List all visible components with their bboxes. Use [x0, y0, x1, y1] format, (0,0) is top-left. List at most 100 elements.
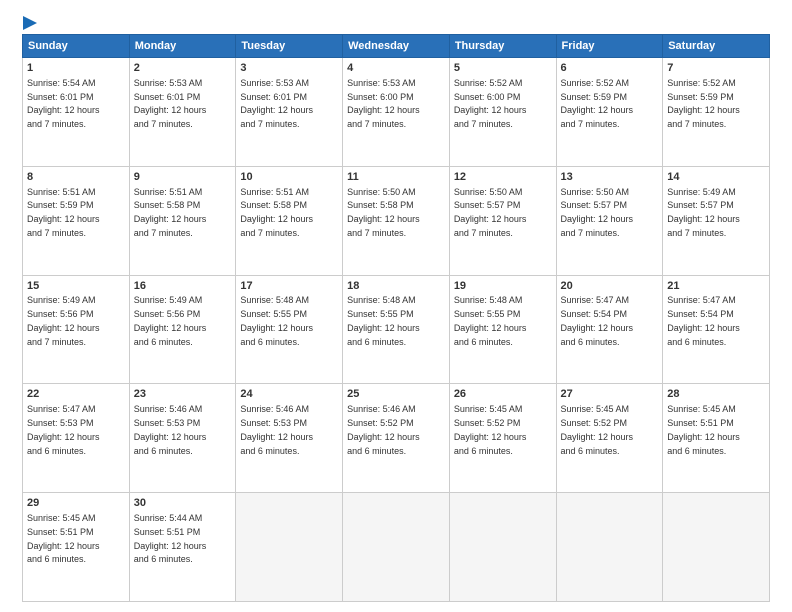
day-number: 30	[134, 496, 232, 511]
day-info: Sunrise: 5:47 AMSunset: 5:53 PMDaylight:…	[27, 404, 100, 455]
calendar-table: SundayMondayTuesdayWednesdayThursdayFrid…	[22, 34, 770, 602]
calendar-cell	[236, 493, 343, 602]
calendar-cell: 26 Sunrise: 5:45 AMSunset: 5:52 PMDayligh…	[449, 384, 556, 493]
day-number: 7	[667, 61, 765, 76]
calendar-cell: 3 Sunrise: 5:53 AMSunset: 6:01 PMDaylight…	[236, 58, 343, 167]
calendar-cell: 23 Sunrise: 5:46 AMSunset: 5:53 PMDayligh…	[129, 384, 236, 493]
calendar-cell: 16Sunrise: 5:49 AMSunset: 5:56 PMDayligh…	[129, 275, 236, 384]
calendar-week-3: 15Sunrise: 5:49 AMSunset: 5:56 PMDayligh…	[23, 275, 770, 384]
calendar-cell: 22 Sunrise: 5:47 AMSunset: 5:53 PMDayligh…	[23, 384, 130, 493]
day-number: 10	[240, 170, 338, 185]
logo	[22, 18, 41, 26]
calendar-week-2: 8Sunrise: 5:51 AMSunset: 5:59 PMDaylight…	[23, 166, 770, 275]
calendar-cell: 20Sunrise: 5:47 AMSunset: 5:54 PMDayligh…	[556, 275, 663, 384]
day-number: 13	[561, 170, 659, 185]
calendar-cell: 7 Sunrise: 5:52 AMSunset: 5:59 PMDaylight…	[663, 58, 770, 167]
calendar-cell: 6Sunrise: 5:52 AMSunset: 5:59 PMDaylight…	[556, 58, 663, 167]
day-number: 21	[667, 279, 765, 294]
day-number: 18	[347, 279, 445, 294]
calendar-cell: 14 Sunrise: 5:49 AMSunset: 5:57 PMDayligh…	[663, 166, 770, 275]
day-info: Sunrise: 5:46 AMSunset: 5:53 PMDaylight:…	[134, 404, 207, 455]
col-header-monday: Monday	[129, 35, 236, 58]
calendar-cell: 10 Sunrise: 5:51 AMSunset: 5:58 PMDayligh…	[236, 166, 343, 275]
calendar-cell: 18Sunrise: 5:48 AMSunset: 5:55 PMDayligh…	[343, 275, 450, 384]
day-info: Sunrise: 5:48 AMSunset: 5:55 PMDaylight:…	[240, 295, 313, 346]
day-number: 3	[240, 61, 338, 76]
day-info: Sunrise: 5:48 AMSunset: 5:55 PMDaylight:…	[454, 295, 527, 346]
calendar-cell: 19Sunrise: 5:48 AMSunset: 5:55 PMDayligh…	[449, 275, 556, 384]
calendar-cell: 12 Sunrise: 5:50 AMSunset: 5:57 PMDayligh…	[449, 166, 556, 275]
day-number: 1	[27, 61, 125, 76]
day-number: 12	[454, 170, 552, 185]
page: SundayMondayTuesdayWednesdayThursdayFrid…	[0, 0, 792, 612]
day-number: 2	[134, 61, 232, 76]
day-number: 20	[561, 279, 659, 294]
day-number: 22	[27, 387, 125, 402]
day-number: 26	[454, 387, 552, 402]
calendar-cell: 15Sunrise: 5:49 AMSunset: 5:56 PMDayligh…	[23, 275, 130, 384]
day-number: 29	[27, 496, 125, 511]
day-number: 28	[667, 387, 765, 402]
day-info: Sunrise: 5:53 AMSunset: 6:01 PMDaylight:…	[240, 78, 313, 129]
header	[22, 18, 770, 26]
day-info: Sunrise: 5:47 AMSunset: 5:54 PMDaylight:…	[667, 295, 740, 346]
day-info: Sunrise: 5:48 AMSunset: 5:55 PMDaylight:…	[347, 295, 420, 346]
calendar-cell: 29Sunrise: 5:45 AMSunset: 5:51 PMDayligh…	[23, 493, 130, 602]
calendar-week-4: 22 Sunrise: 5:47 AMSunset: 5:53 PMDayligh…	[23, 384, 770, 493]
calendar-header-row: SundayMondayTuesdayWednesdayThursdayFrid…	[23, 35, 770, 58]
day-info: Sunrise: 5:49 AMSunset: 5:56 PMDaylight:…	[27, 295, 100, 346]
col-header-saturday: Saturday	[663, 35, 770, 58]
day-number: 15	[27, 279, 125, 294]
calendar-week-1: 1Sunrise: 5:54 AMSunset: 6:01 PMDaylight…	[23, 58, 770, 167]
calendar-cell	[556, 493, 663, 602]
day-number: 25	[347, 387, 445, 402]
day-info: Sunrise: 5:52 AMSunset: 6:00 PMDaylight:…	[454, 78, 527, 129]
day-number: 27	[561, 387, 659, 402]
calendar-cell: 21Sunrise: 5:47 AMSunset: 5:54 PMDayligh…	[663, 275, 770, 384]
day-info: Sunrise: 5:45 AMSunset: 5:52 PMDaylight:…	[561, 404, 634, 455]
day-info: Sunrise: 5:46 AMSunset: 5:52 PMDaylight:…	[347, 404, 420, 455]
day-number: 8	[27, 170, 125, 185]
day-info: Sunrise: 5:51 AMSunset: 5:58 PMDaylight:…	[240, 187, 313, 238]
col-header-sunday: Sunday	[23, 35, 130, 58]
col-header-friday: Friday	[556, 35, 663, 58]
calendar-cell: 27 Sunrise: 5:45 AMSunset: 5:52 PMDayligh…	[556, 384, 663, 493]
day-number: 14	[667, 170, 765, 185]
day-info: Sunrise: 5:50 AMSunset: 5:57 PMDaylight:…	[561, 187, 634, 238]
calendar-cell	[663, 493, 770, 602]
day-info: Sunrise: 5:45 AMSunset: 5:52 PMDaylight:…	[454, 404, 527, 455]
day-number: 9	[134, 170, 232, 185]
day-number: 23	[134, 387, 232, 402]
day-number: 4	[347, 61, 445, 76]
day-info: Sunrise: 5:52 AMSunset: 5:59 PMDaylight:…	[667, 78, 740, 129]
day-info: Sunrise: 5:49 AMSunset: 5:57 PMDaylight:…	[667, 187, 740, 238]
calendar-cell: 30 Sunrise: 5:44 AMSunset: 5:51 PMDayligh…	[129, 493, 236, 602]
calendar-cell: 4 Sunrise: 5:53 AMSunset: 6:00 PMDaylight…	[343, 58, 450, 167]
day-number: 5	[454, 61, 552, 76]
day-info: Sunrise: 5:50 AMSunset: 5:58 PMDaylight:…	[347, 187, 420, 238]
calendar-cell: 9Sunrise: 5:51 AMSunset: 5:58 PMDaylight…	[129, 166, 236, 275]
day-number: 24	[240, 387, 338, 402]
calendar-cell: 1Sunrise: 5:54 AMSunset: 6:01 PMDaylight…	[23, 58, 130, 167]
day-info: Sunrise: 5:50 AMSunset: 5:57 PMDaylight:…	[454, 187, 527, 238]
logo-icon	[23, 16, 41, 30]
col-header-tuesday: Tuesday	[236, 35, 343, 58]
day-info: Sunrise: 5:46 AMSunset: 5:53 PMDaylight:…	[240, 404, 313, 455]
col-header-thursday: Thursday	[449, 35, 556, 58]
day-info: Sunrise: 5:53 AMSunset: 6:01 PMDaylight:…	[134, 78, 207, 129]
day-info: Sunrise: 5:53 AMSunset: 6:00 PMDaylight:…	[347, 78, 420, 129]
calendar-cell: 17Sunrise: 5:48 AMSunset: 5:55 PMDayligh…	[236, 275, 343, 384]
day-number: 19	[454, 279, 552, 294]
calendar-cell: 24 Sunrise: 5:46 AMSunset: 5:53 PMDayligh…	[236, 384, 343, 493]
calendar-cell: 2 Sunrise: 5:53 AMSunset: 6:01 PMDaylight…	[129, 58, 236, 167]
day-info: Sunrise: 5:49 AMSunset: 5:56 PMDaylight:…	[134, 295, 207, 346]
calendar-week-5: 29Sunrise: 5:45 AMSunset: 5:51 PMDayligh…	[23, 493, 770, 602]
day-number: 11	[347, 170, 445, 185]
calendar-cell: 13 Sunrise: 5:50 AMSunset: 5:57 PMDayligh…	[556, 166, 663, 275]
day-info: Sunrise: 5:47 AMSunset: 5:54 PMDaylight:…	[561, 295, 634, 346]
day-info: Sunrise: 5:44 AMSunset: 5:51 PMDaylight:…	[134, 513, 207, 564]
calendar-cell: 8Sunrise: 5:51 AMSunset: 5:59 PMDaylight…	[23, 166, 130, 275]
col-header-wednesday: Wednesday	[343, 35, 450, 58]
day-number: 17	[240, 279, 338, 294]
calendar-cell: 5 Sunrise: 5:52 AMSunset: 6:00 PMDaylight…	[449, 58, 556, 167]
